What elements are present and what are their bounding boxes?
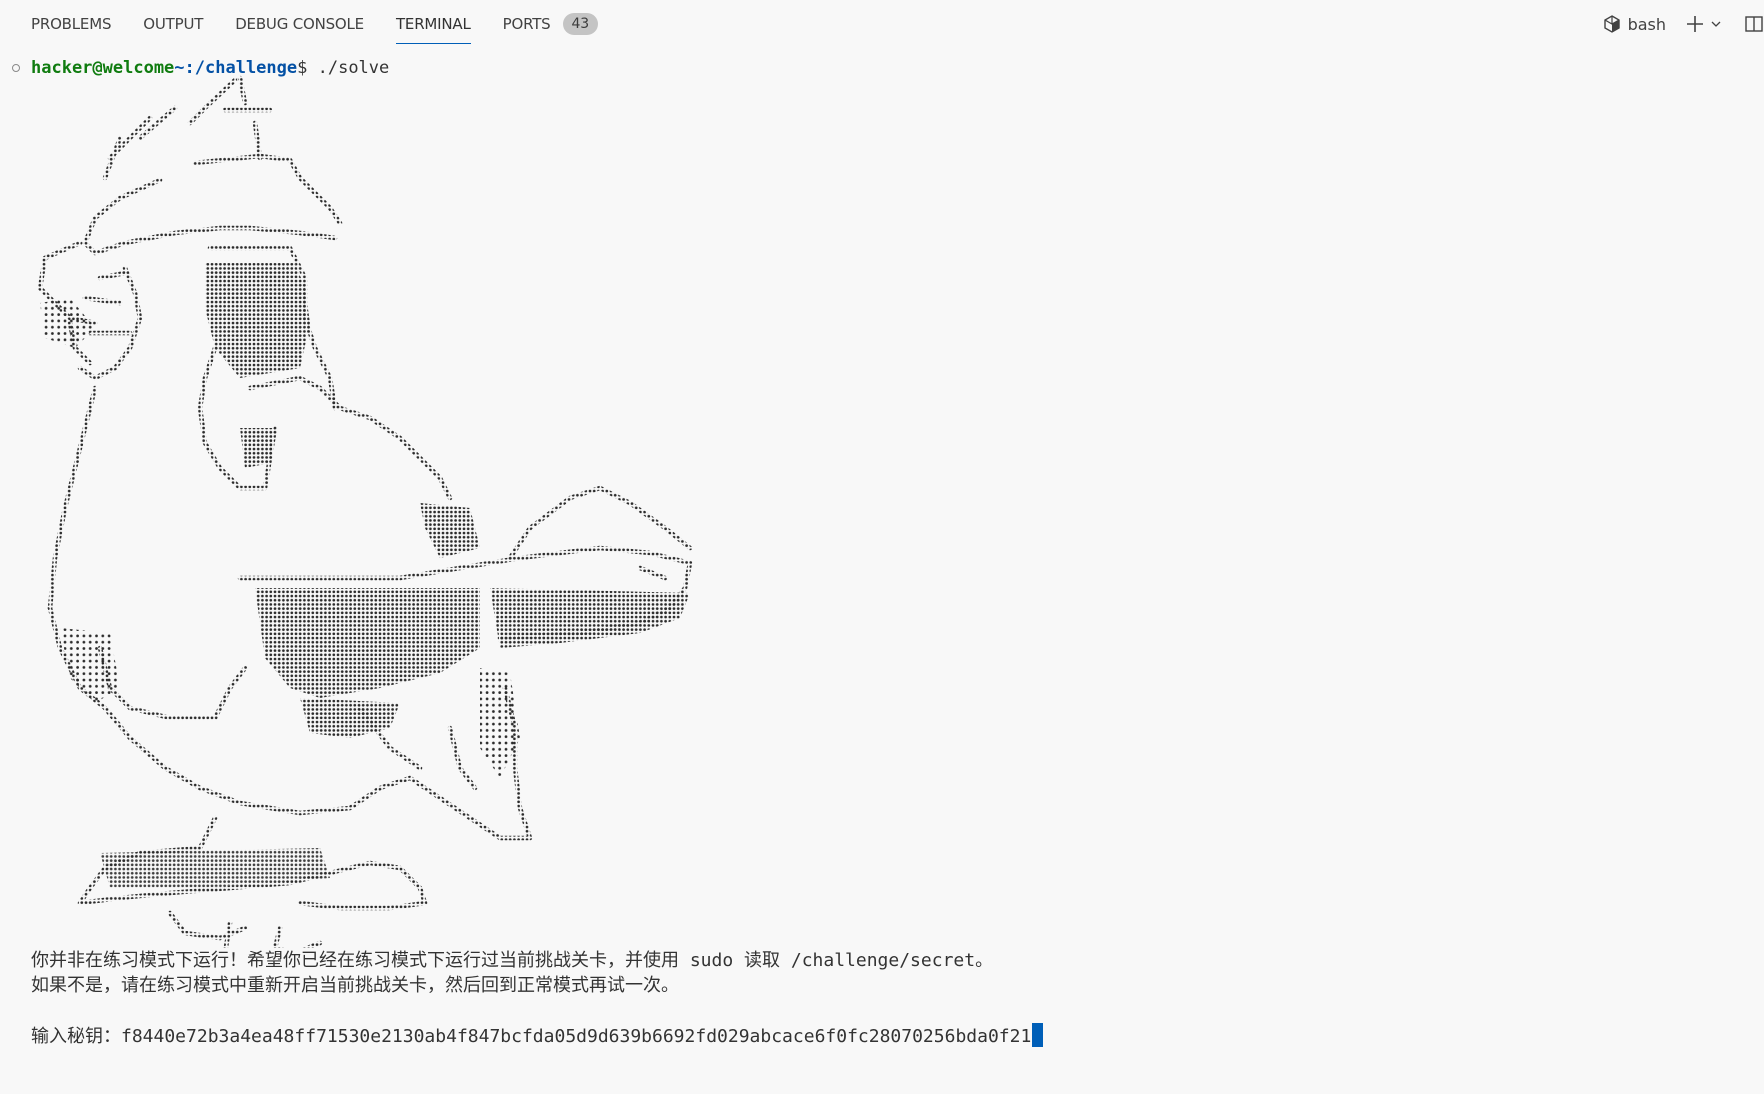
secret-input-label: 输入秘钥： <box>31 1026 121 1047</box>
tab-output-label: OUTPUT <box>143 15 204 33</box>
tab-ports[interactable]: PORTS 43 <box>487 0 614 48</box>
mode-warning-line-2: 如果不是，请在练习模式中重新开启当前挑战关卡，然后回到正常模式再试一次。 <box>31 975 679 996</box>
terminal-cursor <box>1032 1023 1044 1047</box>
terminal-toolbar: bash <box>1602 0 1764 48</box>
panel-header: PROBLEMS OUTPUT DEBUG CONSOLE TERMINAL P… <box>0 0 1764 48</box>
mode-warning-line-1: 你并非在练习模式下运行！希望你已经在练习模式下运行过当前挑战关卡，并使用 sud… <box>31 950 994 971</box>
tab-terminal[interactable]: TERMINAL <box>380 0 487 48</box>
tab-problems[interactable]: PROBLEMS <box>0 0 127 48</box>
tab-output[interactable]: OUTPUT <box>127 0 219 48</box>
tab-problems-label: PROBLEMS <box>31 15 112 33</box>
tab-debug-console-label: DEBUG CONSOLE <box>235 15 364 33</box>
ports-count-badge: 43 <box>562 13 598 35</box>
secret-input-value[interactable]: f8440e72b3a4ea48ff71530e2130ab4f847bcfda… <box>121 1026 1031 1047</box>
split-editor-icon <box>1744 14 1764 34</box>
tab-terminal-label: TERMINAL <box>395 15 471 33</box>
secret-input-line[interactable]: 输入秘钥：f8440e72b3a4ea48ff71530e2130ab4f847… <box>31 1022 1044 1048</box>
new-terminal-button[interactable] <box>1684 13 1722 35</box>
split-terminal-button[interactable] <box>1744 14 1764 34</box>
tab-ports-label: PORTS <box>502 15 551 33</box>
plus-icon <box>1684 13 1706 35</box>
terminal-profile-icon <box>1602 14 1622 34</box>
terminal-profile-label: bash <box>1627 14 1666 34</box>
terminal-output[interactable]: hacker@welcome~:/challenge$ ./solve 你并非在… <box>0 48 1764 1094</box>
ascii-art-rooster-image <box>37 75 693 948</box>
terminal-profile-button[interactable]: bash <box>1602 14 1666 34</box>
chevron-down-icon[interactable] <box>1710 18 1722 30</box>
tab-debug-console[interactable]: DEBUG CONSOLE <box>219 0 380 48</box>
